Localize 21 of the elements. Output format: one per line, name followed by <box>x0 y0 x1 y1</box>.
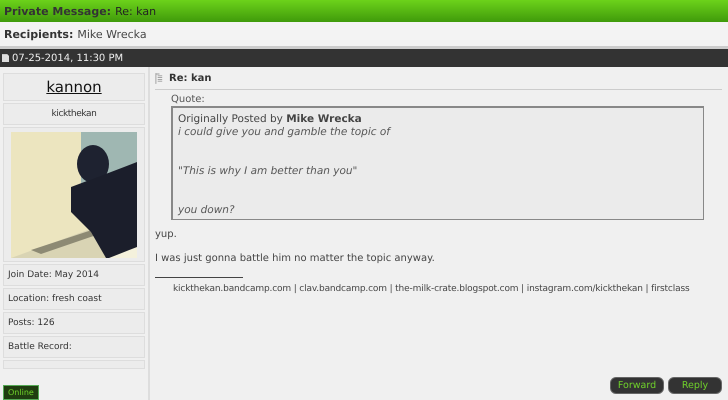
quote-attribution: Originally Posted by Mike Wrecka <box>178 113 363 126</box>
forward-button[interactable]: Forward <box>610 377 664 394</box>
user-title: kickthekan <box>52 108 96 119</box>
online-badge: Online <box>3 384 39 400</box>
quote-text: i could give you and gamble the topic of <box>178 126 392 139</box>
reply-button[interactable]: Reply <box>668 377 722 394</box>
post-date: 07-25-2014, 11:30 PM <box>12 52 124 64</box>
quote-text: you down? <box>178 204 236 217</box>
message-text: I was just gonna battle him no matter the topic anyway. <box>155 253 436 264</box>
note-icon <box>155 73 164 84</box>
document-icon <box>2 54 9 62</box>
signature-text: kickthekan.bandcamp.com | clav.bandcamp.com | the-milk-crate.blogspot.com | instagram.com/kickthekan | firstclass <box>173 284 691 294</box>
post-title: Re: kan <box>169 73 212 84</box>
header-label: Private Message: <box>4 4 112 18</box>
message-title: Re: kan <box>115 4 156 18</box>
recipients-label: Recipients: <box>4 28 74 40</box>
quote-text: "This is why I am better than you" <box>178 165 358 178</box>
message-text: yup. <box>155 229 178 240</box>
recipient-name: Mike Wrecka <box>77 28 147 40</box>
profile-field: Posts: 126 <box>8 318 55 328</box>
quote-label: Quote: <box>171 94 206 105</box>
